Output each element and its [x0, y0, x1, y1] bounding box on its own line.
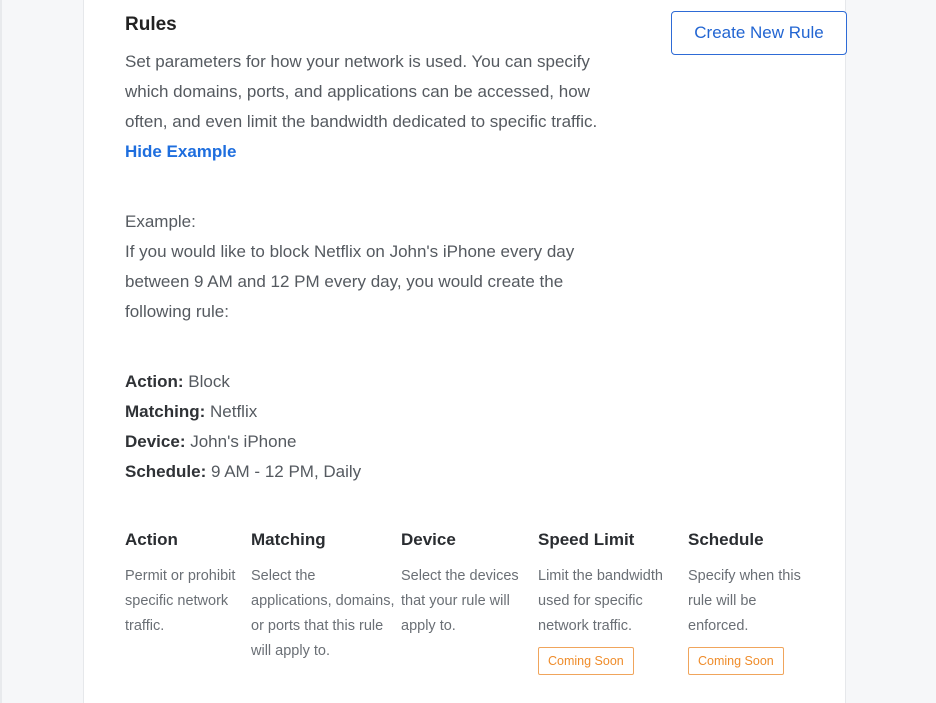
column-description: Select the devices that your rule will a… [401, 568, 519, 634]
column-description: Specify when this rule will be enforced. [688, 568, 801, 634]
example-device-label: Device: [125, 432, 186, 451]
example-matching-value: Netflix [205, 402, 258, 421]
column-description: Limit the bandwidth used for specific ne… [538, 568, 663, 634]
column-title: Schedule [688, 530, 764, 549]
example-block: Example: If you would like to block Netf… [125, 207, 605, 327]
column-action: Action Permit or prohibit specific netwo… [125, 528, 247, 639]
column-matching: Matching Select the applications, domain… [251, 528, 399, 664]
coming-soon-badge: Coming Soon [538, 647, 634, 675]
example-device: Device: John's iPhone [125, 427, 296, 457]
example-schedule: Schedule: 9 AM - 12 PM, Daily [125, 457, 361, 487]
column-title: Matching [251, 530, 326, 549]
example-matching: Matching: Netflix [125, 397, 257, 427]
example-schedule-label: Schedule: [125, 462, 207, 481]
example-schedule-value: 9 AM - 12 PM, Daily [206, 462, 362, 481]
column-description: Permit or prohibit specific network traf… [125, 568, 236, 634]
rules-card: Rules Set parameters for how your networ… [83, 0, 847, 703]
example-action: Action: Block [125, 367, 230, 397]
example-text: If you would like to block Netflix on Jo… [125, 242, 575, 321]
column-schedule: Schedule Specify when this rule will be … [688, 528, 812, 675]
example-matching-label: Matching: [125, 402, 206, 421]
hide-example-link[interactable]: Hide Example [125, 137, 237, 167]
page-title: Rules [125, 14, 177, 35]
column-title: Speed Limit [538, 530, 635, 549]
example-label: Example: [125, 212, 196, 231]
column-description: Select the applications, domains, or por… [251, 568, 395, 659]
example-device-value: John's iPhone [185, 432, 297, 451]
rules-page: Rules Set parameters for how your networ… [0, 0, 936, 703]
rules-description: Set parameters for how your network is u… [125, 52, 598, 131]
column-device: Device Select the devices that your rule… [401, 528, 529, 639]
left-divider [0, 0, 2, 703]
example-action-value: Block [183, 372, 230, 391]
coming-soon-badge: Coming Soon [688, 647, 784, 675]
example-action-label: Action: [125, 372, 184, 391]
column-speed-limit: Speed Limit Limit the bandwidth used for… [538, 528, 678, 675]
create-new-rule-button[interactable]: Create New Rule [671, 11, 847, 55]
column-title: Action [125, 530, 178, 549]
column-title: Device [401, 530, 456, 549]
